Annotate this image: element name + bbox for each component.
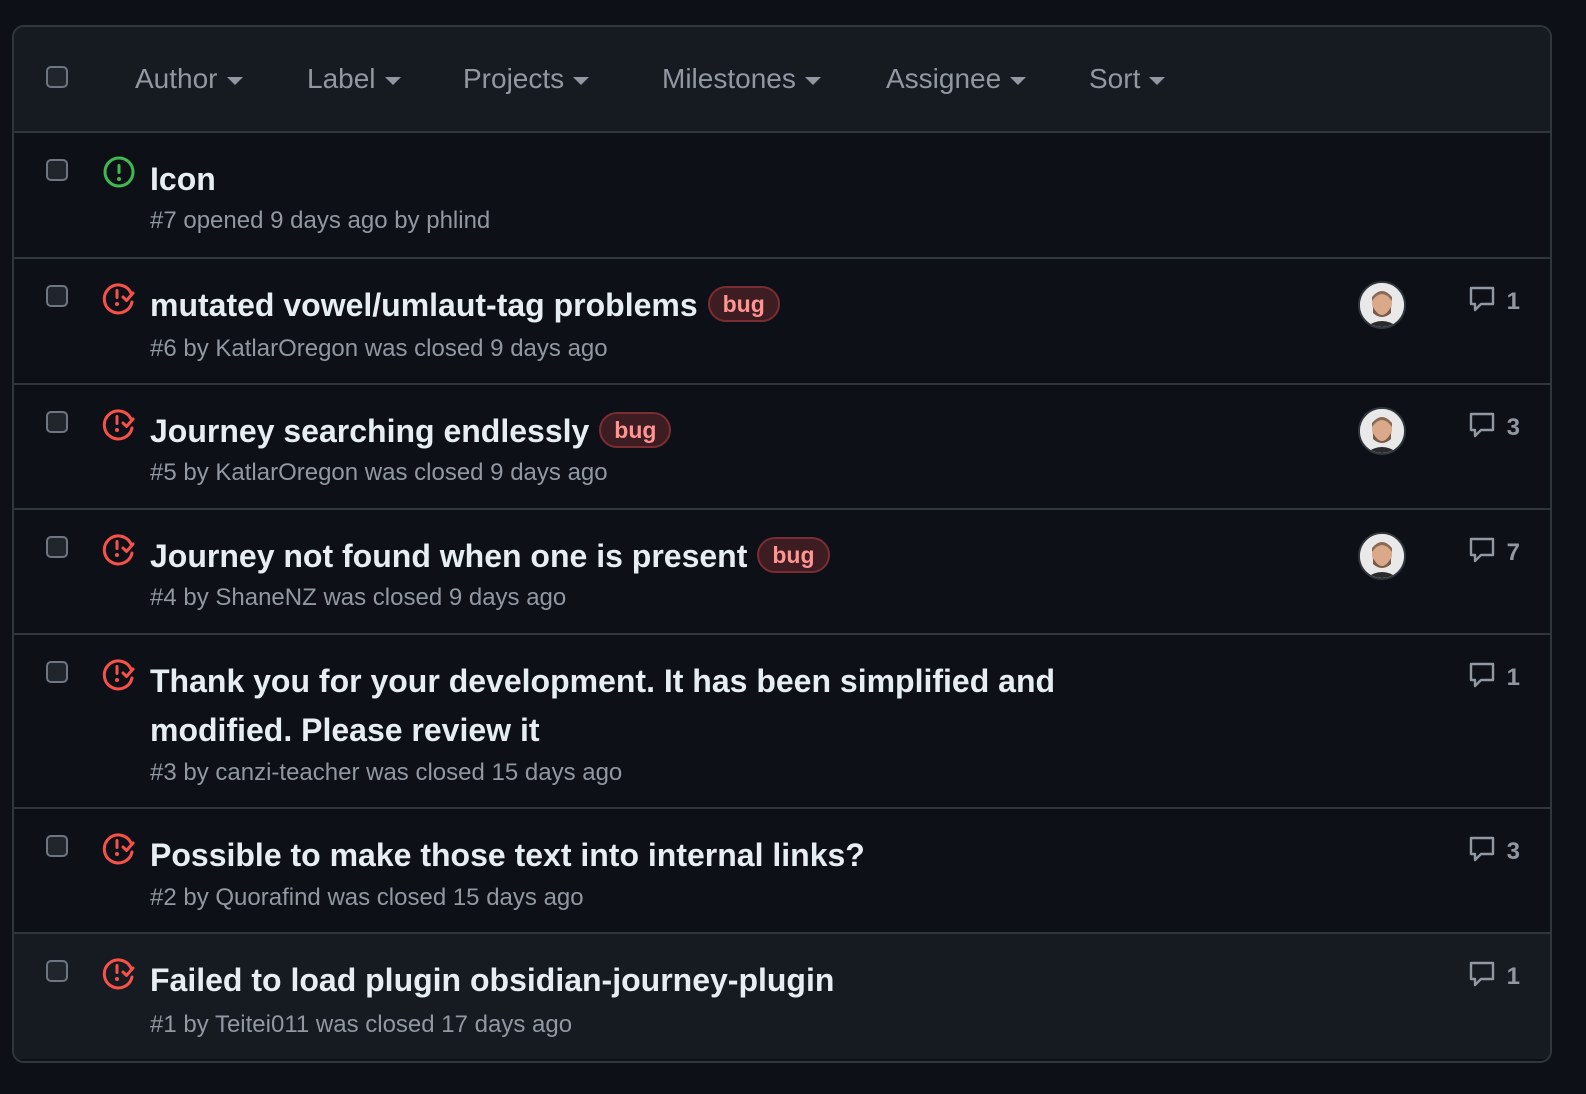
- issue-closed-icon: [102, 831, 136, 865]
- issue-meta: #7 opened 9 days ago by phlind: [150, 207, 491, 234]
- comment-icon: [1467, 283, 1497, 320]
- chevron-down-icon: [384, 76, 401, 85]
- comments-link[interactable]: 1: [1467, 659, 1520, 696]
- chevron-down-icon: [573, 76, 590, 85]
- issue-row: Thank you for your development. It has b…: [14, 635, 1550, 809]
- issue-meta: #2 by Quorafind was closed 15 days ago: [150, 884, 584, 911]
- issue-title-link[interactable]: Failed to load plugin obsidian-journey-p…: [150, 962, 834, 998]
- issue-title-link[interactable]: mutated vowel/umlaut-tag problems: [150, 287, 698, 323]
- comments-link[interactable]: 1: [1467, 958, 1520, 995]
- filter-author-label: Author: [135, 63, 218, 94]
- comment-icon: [1467, 659, 1497, 696]
- comments-link[interactable]: 3: [1467, 833, 1520, 870]
- assignee-avatar[interactable]: [1358, 407, 1406, 455]
- issue-title-line: Possible to make those text into interna…: [150, 831, 1190, 880]
- issue-closed-icon: [102, 281, 136, 315]
- issue-closed-icon: [102, 532, 136, 566]
- issue-checkbox[interactable]: [46, 411, 68, 433]
- issues-toolbar: Author Label Projects Milestones Assigne…: [14, 27, 1550, 133]
- issue-title-line: Failed to load plugin obsidian-journey-p…: [150, 956, 1190, 1005]
- filter-sort[interactable]: Sort: [1089, 63, 1166, 95]
- filter-author[interactable]: Author: [135, 63, 243, 95]
- chevron-down-icon: [804, 76, 821, 85]
- comment-count: 1: [1506, 663, 1520, 691]
- issue-checkbox[interactable]: [46, 285, 68, 307]
- issue-title-line: Journey searching endlessly bug: [150, 407, 1190, 456]
- issue-meta: #5 by KatlarOregon was closed 9 days ago: [150, 459, 608, 486]
- issue-row: mutated vowel/umlaut-tag problems bug #6 b…: [14, 259, 1550, 385]
- issue-row: Icon #7 opened 9 days ago by phlind: [14, 133, 1550, 259]
- comment-count: 3: [1506, 413, 1520, 441]
- filter-projects[interactable]: Projects: [463, 63, 590, 95]
- select-all-checkbox[interactable]: [46, 66, 68, 88]
- issue-row: Failed to load plugin obsidian-journey-p…: [14, 934, 1550, 1059]
- chevron-down-icon: [1149, 76, 1166, 85]
- issue-title-link[interactable]: Journey not found when one is present: [150, 538, 747, 574]
- issue-row: Journey searching endlessly bug #5 by Katl…: [14, 385, 1550, 510]
- issue-meta: #1 by Teitei011 was closed 17 days ago: [150, 1011, 573, 1038]
- issue-row: Journey not found when one is present bug…: [14, 510, 1550, 635]
- chevron-down-icon: [226, 76, 243, 85]
- issue-label-bug[interactable]: bug: [599, 412, 672, 448]
- comments-link[interactable]: 1: [1467, 283, 1520, 320]
- chevron-down-icon: [1010, 76, 1027, 85]
- filter-assignee[interactable]: Assignee: [886, 63, 1027, 95]
- filter-label[interactable]: Label: [307, 63, 401, 95]
- issue-checkbox[interactable]: [46, 536, 68, 558]
- issue-title-line: Thank you for your development. It has b…: [150, 657, 1190, 755]
- filter-sort-label: Sort: [1089, 63, 1141, 94]
- issue-checkbox[interactable]: [46, 159, 68, 181]
- comment-count: 1: [1506, 962, 1520, 990]
- issue-title-link[interactable]: Possible to make those text into interna…: [150, 837, 865, 873]
- issue-opened-icon: [102, 155, 136, 189]
- comments-link[interactable]: 7: [1467, 534, 1520, 571]
- comment-icon: [1467, 534, 1497, 571]
- issue-title-link[interactable]: Icon: [150, 161, 216, 197]
- issue-title-line: Journey not found when one is present bug: [150, 532, 1190, 581]
- filter-milestones[interactable]: Milestones: [662, 63, 821, 95]
- comment-icon: [1467, 833, 1497, 870]
- issue-checkbox[interactable]: [46, 661, 68, 683]
- comments-link[interactable]: 3: [1467, 409, 1520, 446]
- issue-row: Possible to make those text into interna…: [14, 809, 1550, 934]
- filter-projects-label: Projects: [463, 63, 565, 94]
- comment-count: 7: [1506, 538, 1520, 566]
- issues-list: Author Label Projects Milestones Assigne…: [12, 25, 1552, 1063]
- comment-icon: [1467, 958, 1497, 995]
- issue-title-line: Icon: [150, 155, 1190, 204]
- comment-count: 1: [1506, 287, 1520, 315]
- assignee-avatar[interactable]: [1358, 532, 1406, 580]
- issue-title-link[interactable]: Thank you for your development. It has b…: [150, 663, 1055, 748]
- issue-closed-icon: [102, 956, 136, 990]
- issue-meta: #4 by ShaneNZ was closed 9 days ago: [150, 584, 567, 611]
- filter-assignee-label: Assignee: [886, 63, 1002, 94]
- issue-closed-icon: [102, 657, 136, 691]
- issue-title-line: mutated vowel/umlaut-tag problems bug: [150, 281, 1190, 330]
- issue-meta: #3 by canzi-teacher was closed 15 days a…: [150, 759, 623, 786]
- issue-title-link[interactable]: Journey searching endlessly: [150, 413, 589, 449]
- issue-meta: #6 by KatlarOregon was closed 9 days ago: [150, 335, 608, 362]
- issue-label-bug[interactable]: bug: [757, 537, 830, 573]
- comment-count: 3: [1506, 837, 1520, 865]
- issue-closed-icon: [102, 407, 136, 441]
- issue-checkbox[interactable]: [46, 960, 68, 982]
- issue-checkbox[interactable]: [46, 835, 68, 857]
- assignee-avatar[interactable]: [1358, 281, 1406, 329]
- comment-icon: [1467, 409, 1497, 446]
- filter-milestones-label: Milestones: [662, 63, 796, 94]
- filter-label-label: Label: [307, 63, 376, 94]
- issue-label-bug[interactable]: bug: [707, 286, 780, 322]
